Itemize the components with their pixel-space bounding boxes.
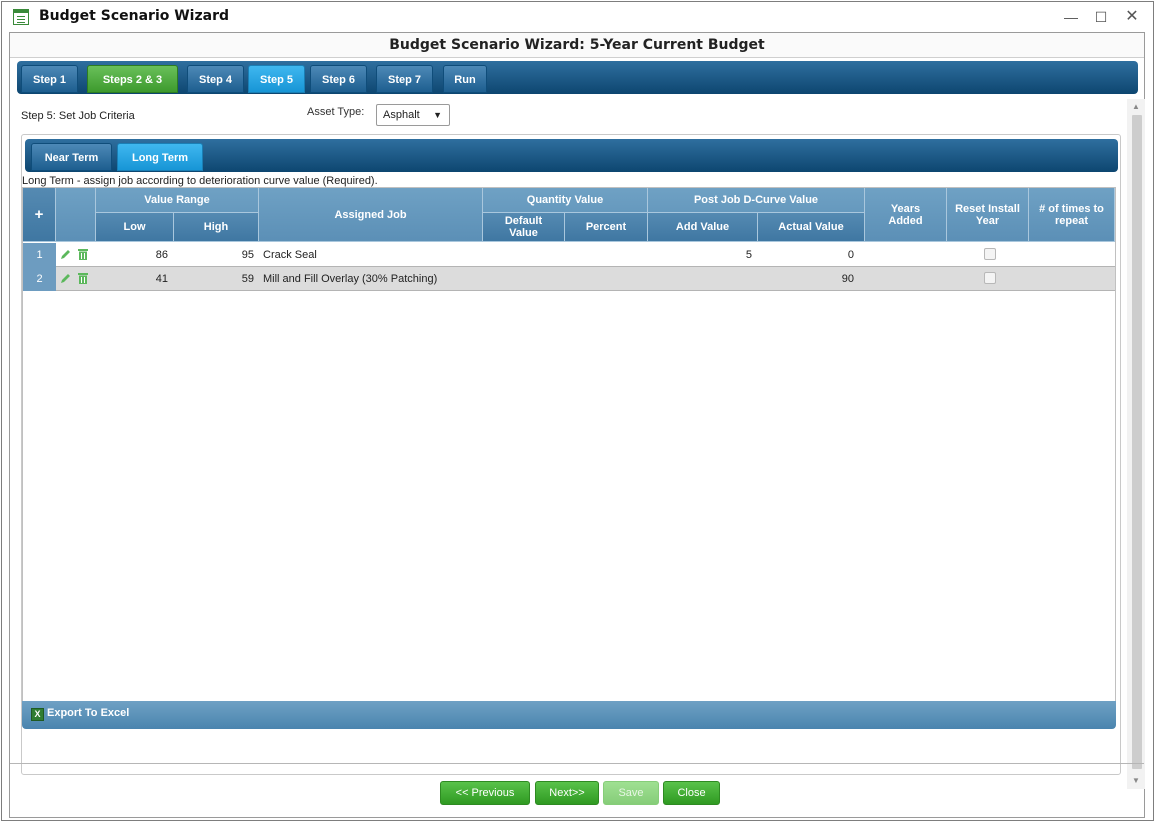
- step-tab-bar: Step 1 Steps 2 & 3 Step 4 Step 5 Step 6 …: [17, 61, 1138, 94]
- header-high[interactable]: High: [174, 213, 259, 242]
- header-add-value[interactable]: Add Value: [648, 213, 758, 242]
- tab-near-term[interactable]: Near Term: [31, 143, 112, 171]
- table-row[interactable]: 2 41 59 Mill and Fill Overlay (30% Patch…: [23, 267, 1115, 291]
- tab-step-1[interactable]: Step 1: [21, 65, 78, 93]
- footer-divider: [10, 763, 1144, 764]
- cell-high: 59: [241, 273, 254, 285]
- tab-step-6[interactable]: Step 6: [310, 65, 367, 93]
- header-default-value[interactable]: Default Value: [483, 213, 565, 242]
- cell-low: 86: [155, 249, 168, 261]
- step-label: Step 5: Set Job Criteria: [21, 110, 135, 122]
- tab-steps-2-3[interactable]: Steps 2 & 3: [87, 65, 178, 93]
- maximize-button[interactable]: ☐: [1090, 8, 1112, 26]
- cell-assigned-job: Crack Seal: [263, 249, 317, 261]
- export-bar: X Export To Excel: [22, 701, 1116, 729]
- dropdown-arrow-icon: ▼: [433, 110, 442, 120]
- header-years-added[interactable]: Years Added: [865, 188, 947, 242]
- header-percent[interactable]: Percent: [565, 213, 648, 242]
- header-value-range: Value Range: [96, 188, 259, 213]
- close-window-button[interactable]: ✕: [1121, 8, 1143, 26]
- reset-install-year-checkbox[interactable]: [984, 248, 996, 260]
- vertical-scrollbar[interactable]: ▲ ▼: [1127, 99, 1145, 789]
- tab-step-5[interactable]: Step 5: [248, 65, 305, 93]
- add-row-button[interactable]: +: [23, 188, 56, 242]
- header-times-to-repeat[interactable]: # of times to repeat: [1029, 188, 1115, 242]
- trash-delete-icon[interactable]: [78, 272, 88, 284]
- header-assigned-job[interactable]: Assigned Job: [259, 188, 483, 242]
- window-title: Budget Scenario Wizard: [39, 8, 229, 24]
- wizard-content: Budget Scenario Wizard: 5-Year Current B…: [9, 32, 1145, 818]
- scroll-down-icon[interactable]: ▼: [1127, 773, 1145, 789]
- asset-type-select[interactable]: Asphalt ▼: [376, 104, 450, 126]
- tab-step-7[interactable]: Step 7: [376, 65, 433, 93]
- pencil-edit-icon[interactable]: [60, 272, 72, 284]
- wizard-window: Budget Scenario Wizard — ☐ ✕ Budget Scen…: [1, 1, 1154, 821]
- header-reset-install-year[interactable]: Reset Install Year: [947, 188, 1029, 242]
- row-number: 1: [23, 243, 56, 267]
- long-term-description: Long Term - assign job according to dete…: [22, 175, 378, 187]
- save-button[interactable]: Save: [603, 781, 659, 805]
- term-tab-bar: Near Term Long Term: [25, 139, 1118, 172]
- asset-type-label: Asset Type:: [307, 106, 365, 118]
- tab-step-4[interactable]: Step 4: [187, 65, 244, 93]
- cell-assigned-job: Mill and Fill Overlay (30% Patching): [263, 273, 438, 285]
- job-criteria-grid: + Value Range Low High Assigned Job Quan…: [22, 187, 1116, 702]
- cell-low: 41: [155, 273, 168, 285]
- tab-long-term[interactable]: Long Term: [117, 143, 203, 171]
- close-button[interactable]: Close: [663, 781, 720, 805]
- header-low[interactable]: Low: [96, 213, 174, 242]
- scroll-up-icon[interactable]: ▲: [1127, 99, 1145, 115]
- grid-header: + Value Range Low High Assigned Job Quan…: [23, 188, 1115, 242]
- job-criteria-panel: Near Term Long Term Long Term - assign j…: [21, 134, 1121, 775]
- reset-install-year-checkbox[interactable]: [984, 272, 996, 284]
- tab-run[interactable]: Run: [443, 65, 487, 93]
- cell-high: 95: [241, 249, 254, 261]
- header-quantity-value: Quantity Value: [483, 188, 648, 213]
- cell-add-value: 5: [745, 249, 752, 261]
- export-to-excel-link[interactable]: Export To Excel: [47, 707, 129, 719]
- header-actual-value[interactable]: Actual Value: [758, 213, 865, 242]
- wizard-title: Budget Scenario Wizard: 5-Year Current B…: [10, 33, 1144, 58]
- pencil-edit-icon[interactable]: [60, 248, 72, 260]
- row-number: 2: [23, 267, 56, 291]
- next-button[interactable]: Next>>: [535, 781, 599, 805]
- cell-add-value: [648, 267, 752, 291]
- cell-actual-value: 0: [847, 249, 854, 261]
- table-row[interactable]: 1 86 95 Crack Seal 5 0: [23, 243, 1115, 267]
- asset-type-value: Asphalt: [383, 109, 420, 121]
- header-post-job-d-curve: Post Job D-Curve Value: [648, 188, 865, 213]
- previous-button[interactable]: << Previous: [440, 781, 530, 805]
- header-actions: [56, 188, 96, 242]
- form-icon: [13, 9, 29, 25]
- cell-actual-value: 90: [841, 273, 854, 285]
- minimize-button[interactable]: —: [1060, 8, 1082, 26]
- trash-delete-icon[interactable]: [78, 248, 88, 260]
- title-bar: Budget Scenario Wizard — ☐ ✕: [2, 2, 1153, 32]
- scrollbar-thumb[interactable]: [1132, 115, 1142, 769]
- excel-icon[interactable]: X: [31, 708, 44, 721]
